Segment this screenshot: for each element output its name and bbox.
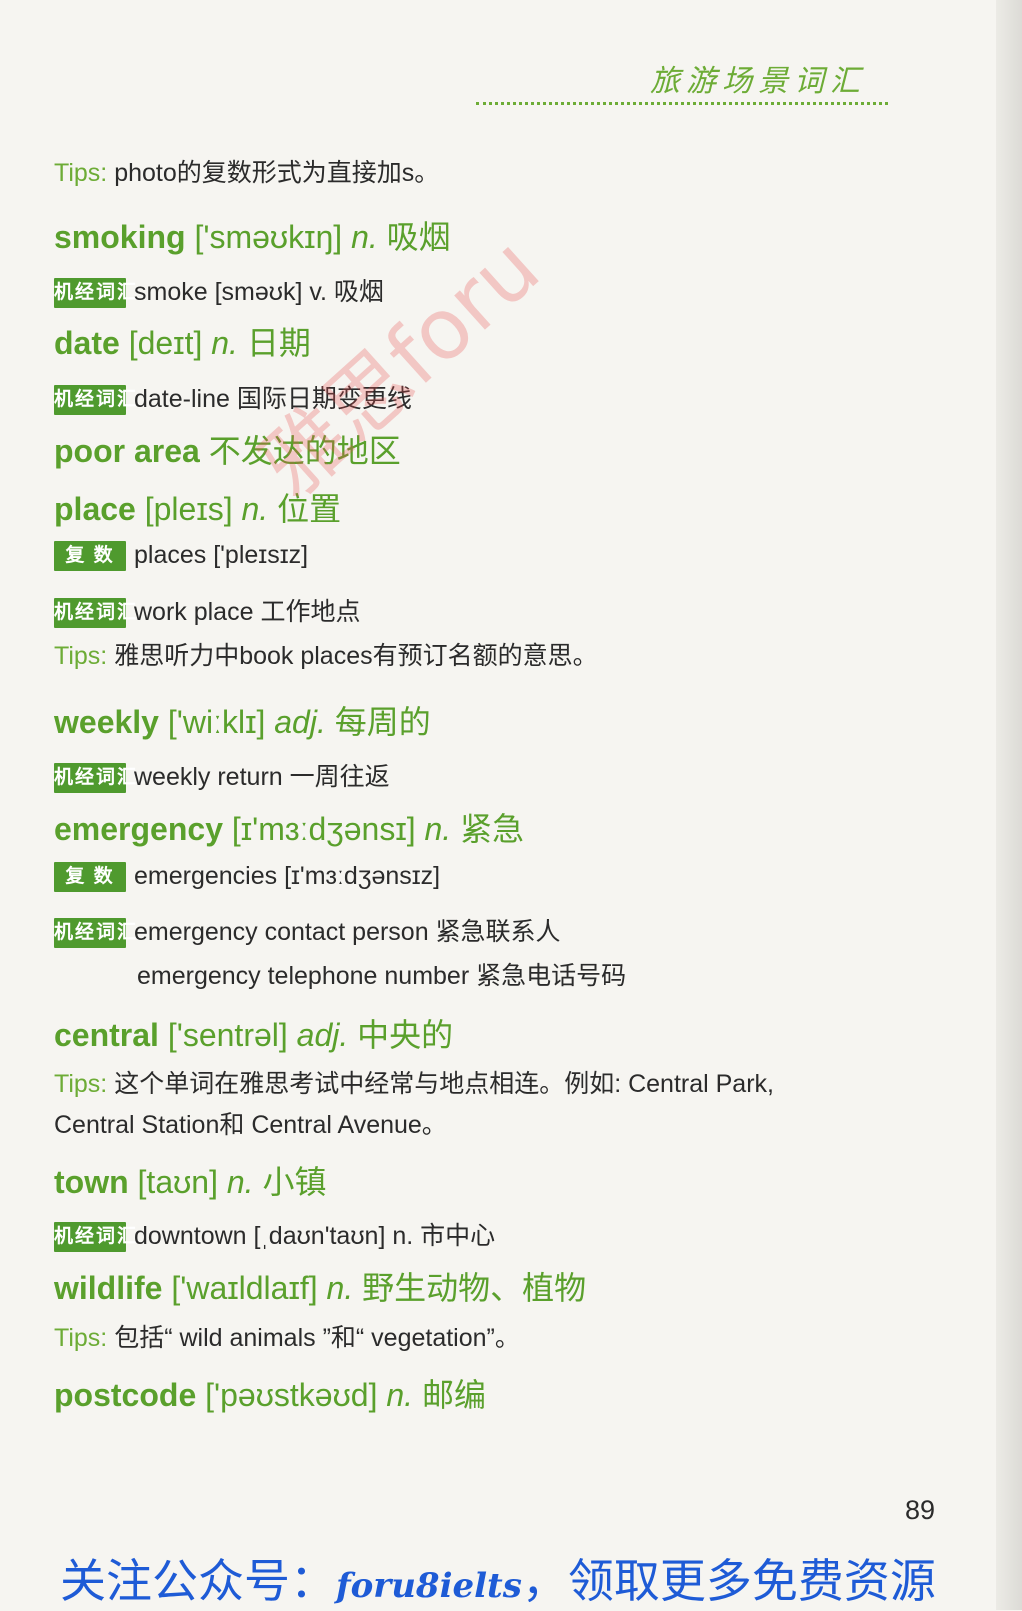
related-entry: 机经词汇downtown [ˌdaʊn'taʊn] n. 市中心 [54,1216,496,1253]
related-entry: 机经词汇weekly return 一周往返 [54,757,390,794]
tips-line: Tips: 包括“ wild animals ”和“ vegetation”。 [54,1318,520,1354]
headword-entry: wildlife ['waɪldlaɪf] n. 野生动物、植物 [54,1263,586,1309]
part-of-speech: n. [217,1164,254,1200]
tips-line: Tips: 这个单词在雅思考试中经常与地点相连。例如: Central Park… [54,1064,774,1100]
part-of-speech: n. [232,491,269,527]
pronunciation: [deɪt] [119,325,203,361]
headword: smoking [54,219,186,255]
promo-banner: 关注公众号：foru8ielts，领取更多免费资源 [60,1545,936,1611]
headword-entry: central ['sentrəl] adj. 中央的 [54,1010,453,1056]
related-text: smoke [sməʊk] v. 吸烟 [134,278,384,306]
meaning: 野生动物、植物 [353,1270,587,1306]
part-of-speech: n. [415,811,452,847]
page-edge [996,0,1022,1610]
headword-entry: weekly ['wiːklɪ] adj. 每周的 [54,697,431,743]
promo-handle: foru8ielts [336,1566,522,1606]
tips-label: Tips: [54,159,108,187]
tips-text: 包括“ wild animals ”和“ vegetation”。 [107,1324,520,1352]
meaning: 紧急 [451,811,525,847]
headword-entry: date [deɪt] n. 日期 [54,318,311,364]
tips-line: Tips: 雅思听力中book places有预订名额的意思。 [54,636,598,672]
promo-text-after: ，领取更多免费资源 [521,1555,936,1607]
headword: town [54,1164,129,1200]
related-continuation: emergency telephone number 紧急电话号码 [54,956,626,992]
tips-label: Tips: [54,642,108,670]
meaning: 每周的 [325,704,431,740]
entry-badge: 复 数 [54,541,126,572]
entry-badge: 机经词汇 [54,278,136,309]
related-entry: 机经词汇smoke [sməʊk] v. 吸烟 [54,272,384,309]
pronunciation: ['pəʊstkəʊd] [196,1377,378,1413]
headword-entry: emergency [ɪ'mɜːdʒənsɪ] n. 紧急 [54,804,524,850]
promo-text-before: 关注公众号： [60,1555,336,1607]
tips-label: Tips: [54,1070,108,1098]
pronunciation: [pleɪs] [135,491,233,527]
related-text: places ['pleɪsɪz] [134,541,309,569]
entry-badge: 机经词汇 [54,918,136,949]
part-of-speech: adj. [265,704,326,740]
pronunciation: [taʊn] [128,1164,218,1200]
tips-text: 雅思听力中book places有预订名额的意思。 [107,642,598,670]
headword-entry: smoking ['sməʊkɪŋ] n. 吸烟 [54,212,451,258]
entry-badge: 机经词汇 [54,385,136,416]
tips-label: Tips: [54,1324,108,1352]
part-of-speech: n. [377,1377,414,1413]
tips-text: 这个单词在雅思考试中经常与地点相连。例如: Central Park, [107,1070,774,1098]
related-entry: 复 数 places ['pleɪsɪz] [54,541,309,572]
related-text: emergency contact person 紧急联系人 [134,918,561,946]
part-of-speech: n. [202,325,238,361]
entry-badge: 机经词汇 [54,598,136,629]
pronunciation: ['sməʊkɪŋ] [185,219,343,255]
meaning: 小镇 [253,1164,327,1200]
meaning: 邮编 [413,1377,486,1413]
headword: central [54,1017,159,1053]
related-text: emergencies [ɪ'mɜːdʒənsɪz] [134,862,441,890]
pronunciation: ['wiːklɪ] [158,704,266,740]
page-number: 89 [905,1495,936,1525]
plain-line: Central Station和 Central Avenue。 [54,1105,447,1141]
pronunciation: [ɪ'mɜːdʒənsɪ] [222,811,416,847]
plain-text: Central Station和 Central Avenue。 [54,1111,447,1139]
part-of-speech: n. [342,219,378,255]
headword: wildlife [54,1270,163,1306]
related-text: work place 工作地点 [134,598,361,626]
meaning: 中央的 [348,1017,454,1053]
related-text: downtown [ˌdaʊn'taʊn] n. 市中心 [134,1222,496,1250]
related-text: emergency telephone number 紧急电话号码 [137,962,627,990]
related-entry: 机经词汇work place 工作地点 [54,592,361,629]
headword-entry: town [taʊn] n. 小镇 [54,1157,326,1203]
pronunciation: ['waɪldlaɪf] [162,1270,318,1306]
tips-line: Tips: photo的复数形式为直接加s。 [54,153,439,189]
related-entry: 机经词汇emergency contact person 紧急联系人 [54,912,561,949]
section-title: 旅游场景词汇 [650,64,866,99]
tips-text: photo的复数形式为直接加s。 [107,159,440,187]
entry-badge: 机经词汇 [54,1222,136,1253]
headword: poor area [54,433,200,469]
headword: date [54,325,120,361]
related-text: weekly return 一周往返 [134,763,390,791]
headword: postcode [54,1377,197,1413]
headword: place [54,491,136,527]
headword-entry: postcode ['pəʊstkəʊd] n. 邮编 [54,1370,486,1416]
headword: weekly [54,704,159,740]
related-entry: 复 数 emergencies [ɪ'mɜːdʒənsɪz] [54,862,441,893]
entry-badge: 复 数 [54,862,126,893]
part-of-speech: n. [317,1270,354,1306]
part-of-speech: adj. [287,1017,349,1053]
pronunciation: ['sentrəl] [158,1017,288,1053]
header-dotted-rule [476,102,888,105]
entry-badge: 机经词汇 [54,763,136,794]
headword: emergency [54,811,223,847]
meaning: 日期 [237,325,311,361]
